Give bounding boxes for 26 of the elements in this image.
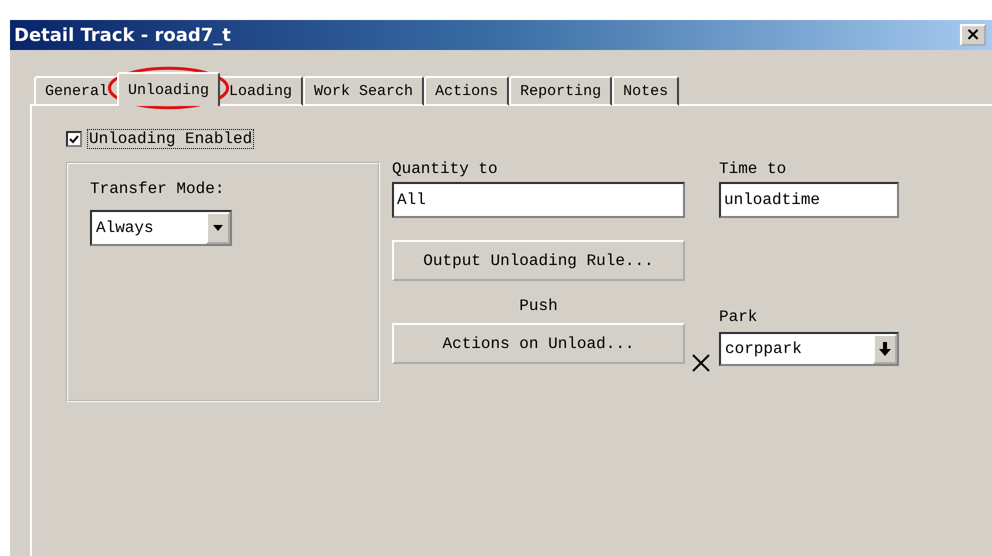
field-label: Quantity to xyxy=(392,160,499,178)
tab[interactable]: General xyxy=(34,76,120,106)
arrow-down-icon xyxy=(879,342,891,356)
input-field[interactable]: unloadtime xyxy=(719,182,899,218)
field-label: Park xyxy=(719,308,758,326)
caret-icon xyxy=(213,225,223,231)
dropdown[interactable]: corppark xyxy=(719,332,899,366)
close-button[interactable]: × xyxy=(960,24,986,46)
check-icon xyxy=(69,134,79,144)
cross-icon xyxy=(691,354,711,372)
tab[interactable]: Work Search xyxy=(303,76,424,106)
push-label: Push xyxy=(519,297,558,315)
tab[interactable]: Unloading xyxy=(117,72,220,106)
actions-button[interactable]: Actions on Unload... xyxy=(392,323,685,364)
checkbox[interactable] xyxy=(66,131,82,147)
field-label: Time to xyxy=(719,160,788,178)
tab[interactable]: Reporting xyxy=(509,76,612,106)
checkbox-label[interactable]: Unloading Enabled xyxy=(88,130,254,148)
tab[interactable]: Loading xyxy=(218,76,304,106)
tab[interactable]: Notes xyxy=(612,76,680,106)
dropdown[interactable]: Always xyxy=(90,210,232,246)
field-label: Transfer Mode: xyxy=(90,180,226,198)
tab[interactable]: Actions xyxy=(424,76,510,106)
input-field[interactable]: All xyxy=(392,182,685,218)
window-title: Detail Track - road7_t xyxy=(14,24,231,46)
output-rule-button[interactable]: Output Unloading Rule... xyxy=(392,240,685,281)
